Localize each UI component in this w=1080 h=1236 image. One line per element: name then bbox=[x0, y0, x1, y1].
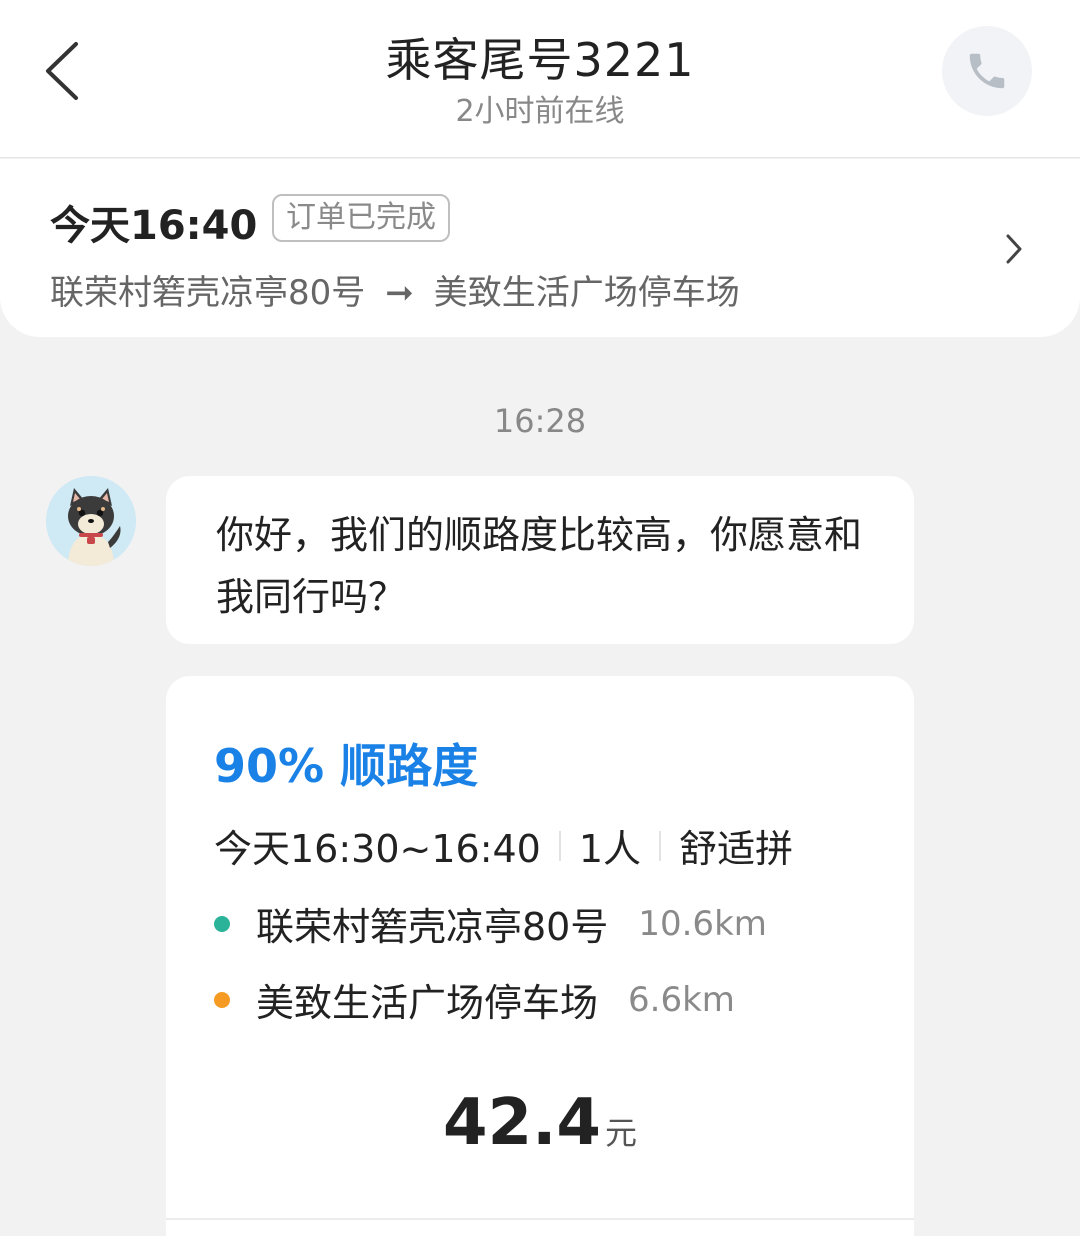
chat-timestamp: 16:28 bbox=[493, 402, 587, 440]
trip-time-range: 今天16:30~16:40 bbox=[214, 827, 541, 871]
order-to: 美致生活广场停车场 bbox=[433, 273, 740, 313]
order-route: 联荣村箬壳凉亭80号 ➞ 美致生活广场停车场 bbox=[50, 265, 740, 314]
order-time: 今天16:40 bbox=[50, 203, 258, 249]
end-distance: 6.6km bbox=[628, 979, 735, 1020]
info-divider bbox=[659, 830, 662, 861]
price-amount: 42.4 bbox=[443, 1086, 601, 1160]
start-dot-icon bbox=[214, 915, 230, 932]
chat-header: 乘客尾号3221 2小时前在线 bbox=[0, 0, 1080, 158]
info-divider bbox=[558, 830, 561, 861]
price-unit: 元 bbox=[604, 1114, 637, 1152]
trip-info: 今天16:30~16:40 1人 舒适拼 bbox=[214, 818, 793, 873]
order-status-badge: 订单已完成 bbox=[272, 194, 450, 242]
end-name: 美致生活广场停车场 bbox=[256, 981, 599, 1025]
match-percent: 90% bbox=[214, 739, 325, 793]
route-arrow-icon: ➞ bbox=[385, 273, 414, 313]
start-stop: 联荣村箬壳凉亭80号 10.6km bbox=[214, 896, 767, 951]
match-label: 顺路度 bbox=[340, 739, 479, 793]
card-divider bbox=[166, 1218, 914, 1220]
start-name: 联荣村箬壳凉亭80号 bbox=[256, 905, 609, 949]
message-bubble[interactable]: 你好，我们的顺路度比较高，你愿意和我同行吗？ bbox=[166, 476, 914, 644]
shiba-dog-icon bbox=[46, 476, 136, 566]
trip-passengers: 1人 bbox=[578, 827, 642, 871]
trip-price: 42.4 元 bbox=[166, 1086, 914, 1160]
start-distance: 10.6km bbox=[638, 903, 767, 944]
order-from: 联荣村箬壳凉亭80号 bbox=[50, 273, 366, 313]
chevron-right-icon[interactable] bbox=[1000, 232, 1028, 266]
order-summary-card[interactable]: 今天16:40 订单已完成 联荣村箬壳凉亭80号 ➞ 美致生活广场停车场 bbox=[0, 159, 1080, 337]
trip-ride-type: 舒适拼 bbox=[679, 827, 794, 871]
chat-page: 乘客尾号3221 2小时前在线 今天16:40 订单已完成 联荣村箬壳凉亭80号… bbox=[0, 0, 1080, 1236]
phone-icon bbox=[969, 53, 1005, 89]
end-stop: 美致生活广场停车场 6.6km bbox=[214, 972, 735, 1027]
call-button[interactable] bbox=[942, 26, 1032, 116]
online-status: 2小时前在线 bbox=[455, 94, 625, 129]
trip-card[interactable]: 90% 顺路度 今天16:30~16:40 1人 舒适拼 联荣村箬壳凉亭80号 1… bbox=[166, 676, 914, 1236]
avatar[interactable] bbox=[46, 476, 136, 566]
page-title: 乘客尾号3221 bbox=[385, 33, 695, 87]
end-dot-icon bbox=[214, 991, 230, 1008]
route-match: 90% 顺路度 bbox=[214, 730, 478, 796]
